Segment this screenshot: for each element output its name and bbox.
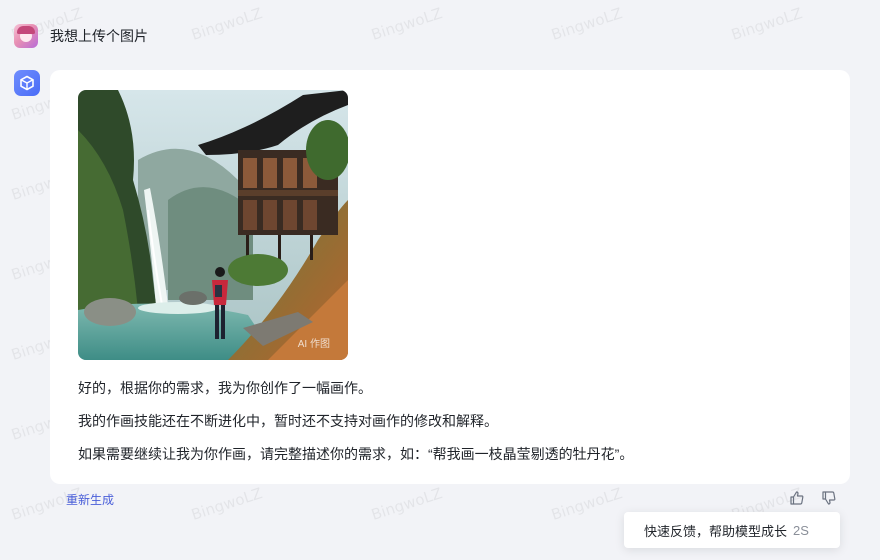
generated-image[interactable]: AI 作图 — [78, 90, 348, 360]
reply-paragraph: 好的，根据你的需求，我为你创作了一幅画作。 — [78, 380, 372, 396]
regenerate-button[interactable]: 重新生成 — [66, 491, 114, 508]
reply-paragraph: 如果需要继续让我为你作画，请完整描述你的需求，如：“帮我画一枝晶莹剔透的牡丹花”… — [78, 446, 634, 462]
generated-image-art — [78, 90, 348, 360]
bot-reply-card: AI 作图 好的，根据你的需求，我为你创作了一幅画作。 我的作画技能还在不断进化… — [50, 70, 850, 484]
watermark-text: BingwoLZ — [729, 4, 805, 44]
feedback-toast-text: 快速反馈，帮助模型成长 — [644, 523, 788, 539]
thumb-up-icon[interactable] — [789, 490, 805, 506]
watermark-text: BingwoLZ — [369, 4, 445, 44]
cube-bot-icon — [14, 70, 40, 96]
feedback-toast[interactable]: 快速反馈，帮助模型成长 2S — [624, 512, 840, 548]
watermark-text: BingwoLZ — [549, 4, 625, 44]
feedback-countdown: 2S — [793, 522, 809, 538]
reply-paragraph: 我的作画技能还在不断进化中，暂时还不支持对画作的修改和解释。 — [78, 413, 498, 429]
watermark-text: BingwoLZ — [549, 484, 625, 524]
watermark-text: BingwoLZ — [189, 4, 265, 44]
watermark-text: BingwoLZ — [369, 484, 445, 524]
thumb-down-icon[interactable] — [821, 490, 837, 506]
ai-image-tag: AI 作图 — [297, 339, 330, 350]
user-message-row: 我想上传个图片 — [14, 24, 148, 48]
watermark-text: BingwoLZ — [189, 484, 265, 524]
user-message-text: 我想上传个图片 — [50, 28, 148, 44]
user-avatar-icon — [14, 24, 38, 48]
